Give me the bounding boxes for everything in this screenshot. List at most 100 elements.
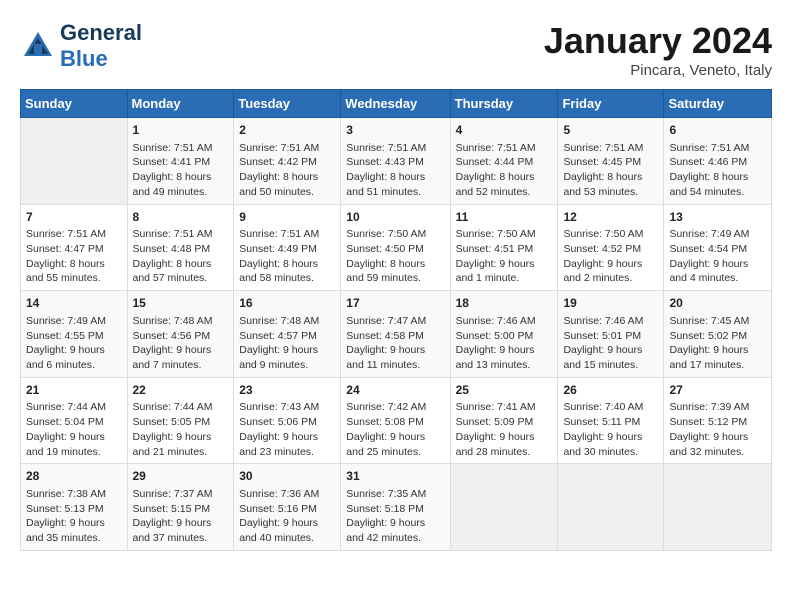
day-number: 26 bbox=[563, 382, 658, 399]
title-block: January 2024 Pincara, Veneto, Italy bbox=[544, 20, 772, 79]
calendar-cell: 10Sunrise: 7:50 AM Sunset: 4:50 PM Dayli… bbox=[341, 204, 450, 291]
day-info: Sunrise: 7:44 AM Sunset: 5:05 PM Dayligh… bbox=[133, 400, 229, 459]
day-number: 14 bbox=[26, 295, 122, 312]
calendar-cell: 11Sunrise: 7:50 AM Sunset: 4:51 PM Dayli… bbox=[450, 204, 558, 291]
calendar-cell: 8Sunrise: 7:51 AM Sunset: 4:48 PM Daylig… bbox=[127, 204, 234, 291]
day-info: Sunrise: 7:46 AM Sunset: 5:01 PM Dayligh… bbox=[563, 314, 658, 373]
calendar-cell bbox=[450, 464, 558, 551]
week-row-4: 21Sunrise: 7:44 AM Sunset: 5:04 PM Dayli… bbox=[21, 377, 772, 464]
day-number: 29 bbox=[133, 468, 229, 485]
calendar-cell: 20 Sunrise: 7:45 AM Sunset: 5:02 PM Dayli… bbox=[664, 291, 772, 378]
calendar-cell: 3 Sunrise: 7:51 AM Sunset: 4:43 PM Daylig… bbox=[341, 118, 450, 205]
calendar-cell: 17Sunrise: 7:47 AM Sunset: 4:58 PM Dayli… bbox=[341, 291, 450, 378]
day-number: 12 bbox=[563, 209, 658, 226]
day-info: Sunrise: 7:35 AM Sunset: 5:18 PM Dayligh… bbox=[346, 487, 444, 546]
day-info: Sunrise: 7:37 AM Sunset: 5:15 PM Dayligh… bbox=[133, 487, 229, 546]
week-row-3: 14 Sunrise: 7:49 AM Sunset: 4:55 PM Dayli… bbox=[21, 291, 772, 378]
day-number: 28 bbox=[26, 468, 122, 485]
day-number: 4 bbox=[456, 122, 553, 139]
page-header: General Blue January 2024 Pincara, Venet… bbox=[20, 20, 772, 79]
col-header-saturday: Saturday bbox=[664, 90, 772, 118]
day-number: 10 bbox=[346, 209, 444, 226]
day-number: 8 bbox=[133, 209, 229, 226]
day-number: 7 bbox=[26, 209, 122, 226]
day-number: 24 bbox=[346, 382, 444, 399]
calendar-cell: 2 Sunrise: 7:51 AM Sunset: 4:42 PM Daylig… bbox=[234, 118, 341, 205]
day-number: 9 bbox=[239, 209, 335, 226]
week-row-1: 1 Sunrise: 7:51 AM Sunset: 4:41 PM Daylig… bbox=[21, 118, 772, 205]
day-info: Sunrise: 7:51 AM Sunset: 4:49 PM Dayligh… bbox=[239, 227, 335, 286]
day-number: 21 bbox=[26, 382, 122, 399]
calendar-cell bbox=[558, 464, 664, 551]
week-row-2: 7Sunrise: 7:51 AM Sunset: 4:47 PM Daylig… bbox=[21, 204, 772, 291]
day-number: 15 bbox=[133, 295, 229, 312]
day-number: 27 bbox=[669, 382, 766, 399]
day-info: Sunrise: 7:44 AM Sunset: 5:04 PM Dayligh… bbox=[26, 400, 122, 459]
col-header-thursday: Thursday bbox=[450, 90, 558, 118]
day-info: Sunrise: 7:51 AM Sunset: 4:44 PM Dayligh… bbox=[456, 141, 553, 200]
logo-general-text: General bbox=[60, 20, 142, 45]
calendar-cell: 31 Sunrise: 7:35 AM Sunset: 5:18 PM Dayli… bbox=[341, 464, 450, 551]
calendar-cell: 27Sunrise: 7:39 AM Sunset: 5:12 PM Dayli… bbox=[664, 377, 772, 464]
day-number: 11 bbox=[456, 209, 553, 226]
day-info: Sunrise: 7:38 AM Sunset: 5:13 PM Dayligh… bbox=[26, 487, 122, 546]
logo: General Blue bbox=[20, 20, 142, 72]
day-info: Sunrise: 7:41 AM Sunset: 5:09 PM Dayligh… bbox=[456, 400, 553, 459]
calendar-cell: 5Sunrise: 7:51 AM Sunset: 4:45 PM Daylig… bbox=[558, 118, 664, 205]
logo-icon bbox=[20, 28, 56, 64]
logo-blue-text: Blue bbox=[60, 46, 108, 71]
location-subtitle: Pincara, Veneto, Italy bbox=[544, 62, 772, 79]
calendar-cell: 9Sunrise: 7:51 AM Sunset: 4:49 PM Daylig… bbox=[234, 204, 341, 291]
day-info: Sunrise: 7:51 AM Sunset: 4:41 PM Dayligh… bbox=[133, 141, 229, 200]
day-info: Sunrise: 7:49 AM Sunset: 4:55 PM Dayligh… bbox=[26, 314, 122, 373]
calendar-cell: 18 Sunrise: 7:46 AM Sunset: 5:00 PM Dayli… bbox=[450, 291, 558, 378]
day-number: 6 bbox=[669, 122, 766, 139]
calendar-cell bbox=[21, 118, 128, 205]
col-header-sunday: Sunday bbox=[21, 90, 128, 118]
day-number: 22 bbox=[133, 382, 229, 399]
day-number: 19 bbox=[563, 295, 658, 312]
day-info: Sunrise: 7:51 AM Sunset: 4:48 PM Dayligh… bbox=[133, 227, 229, 286]
calendar-cell: 7Sunrise: 7:51 AM Sunset: 4:47 PM Daylig… bbox=[21, 204, 128, 291]
calendar-cell: 1 Sunrise: 7:51 AM Sunset: 4:41 PM Daylig… bbox=[127, 118, 234, 205]
week-row-5: 28 Sunrise: 7:38 AM Sunset: 5:13 PM Dayli… bbox=[21, 464, 772, 551]
calendar-header: SundayMondayTuesdayWednesdayThursdayFrid… bbox=[21, 90, 772, 118]
calendar-table: SundayMondayTuesdayWednesdayThursdayFrid… bbox=[20, 89, 772, 551]
day-info: Sunrise: 7:46 AM Sunset: 5:00 PM Dayligh… bbox=[456, 314, 553, 373]
month-title: January 2024 bbox=[544, 20, 772, 62]
calendar-cell: 12Sunrise: 7:50 AM Sunset: 4:52 PM Dayli… bbox=[558, 204, 664, 291]
day-number: 1 bbox=[133, 122, 229, 139]
day-number: 30 bbox=[239, 468, 335, 485]
day-number: 18 bbox=[456, 295, 553, 312]
day-info: Sunrise: 7:43 AM Sunset: 5:06 PM Dayligh… bbox=[239, 400, 335, 459]
calendar-cell: 25Sunrise: 7:41 AM Sunset: 5:09 PM Dayli… bbox=[450, 377, 558, 464]
day-info: Sunrise: 7:50 AM Sunset: 4:50 PM Dayligh… bbox=[346, 227, 444, 286]
day-info: Sunrise: 7:40 AM Sunset: 5:11 PM Dayligh… bbox=[563, 400, 658, 459]
day-info: Sunrise: 7:48 AM Sunset: 4:56 PM Dayligh… bbox=[133, 314, 229, 373]
calendar-cell: 13Sunrise: 7:49 AM Sunset: 4:54 PM Dayli… bbox=[664, 204, 772, 291]
calendar-cell: 4 Sunrise: 7:51 AM Sunset: 4:44 PM Daylig… bbox=[450, 118, 558, 205]
day-number: 25 bbox=[456, 382, 553, 399]
calendar-cell: 24Sunrise: 7:42 AM Sunset: 5:08 PM Dayli… bbox=[341, 377, 450, 464]
calendar-cell: 22Sunrise: 7:44 AM Sunset: 5:05 PM Dayli… bbox=[127, 377, 234, 464]
day-number: 2 bbox=[239, 122, 335, 139]
day-info: Sunrise: 7:50 AM Sunset: 4:52 PM Dayligh… bbox=[563, 227, 658, 286]
day-info: Sunrise: 7:45 AM Sunset: 5:02 PM Dayligh… bbox=[669, 314, 766, 373]
header-row: SundayMondayTuesdayWednesdayThursdayFrid… bbox=[21, 90, 772, 118]
day-info: Sunrise: 7:51 AM Sunset: 4:43 PM Dayligh… bbox=[346, 141, 444, 200]
day-info: Sunrise: 7:50 AM Sunset: 4:51 PM Dayligh… bbox=[456, 227, 553, 286]
calendar-cell: 28 Sunrise: 7:38 AM Sunset: 5:13 PM Dayli… bbox=[21, 464, 128, 551]
day-info: Sunrise: 7:51 AM Sunset: 4:42 PM Dayligh… bbox=[239, 141, 335, 200]
day-number: 17 bbox=[346, 295, 444, 312]
day-info: Sunrise: 7:51 AM Sunset: 4:45 PM Dayligh… bbox=[563, 141, 658, 200]
day-number: 3 bbox=[346, 122, 444, 139]
calendar-cell bbox=[664, 464, 772, 551]
calendar-cell: 21Sunrise: 7:44 AM Sunset: 5:04 PM Dayli… bbox=[21, 377, 128, 464]
day-number: 20 bbox=[669, 295, 766, 312]
calendar-cell: 19 Sunrise: 7:46 AM Sunset: 5:01 PM Dayli… bbox=[558, 291, 664, 378]
day-info: Sunrise: 7:48 AM Sunset: 4:57 PM Dayligh… bbox=[239, 314, 335, 373]
col-header-monday: Monday bbox=[127, 90, 234, 118]
day-info: Sunrise: 7:51 AM Sunset: 4:46 PM Dayligh… bbox=[669, 141, 766, 200]
calendar-cell: 14 Sunrise: 7:49 AM Sunset: 4:55 PM Dayli… bbox=[21, 291, 128, 378]
day-number: 31 bbox=[346, 468, 444, 485]
